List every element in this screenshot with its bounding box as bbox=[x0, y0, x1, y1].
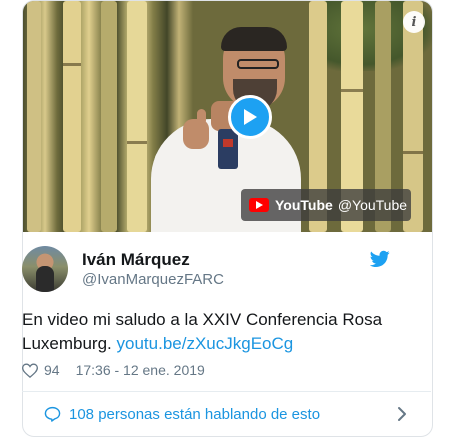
youtube-source-handle: @YouTube bbox=[337, 197, 408, 213]
bamboo-node bbox=[127, 141, 147, 144]
play-button[interactable] bbox=[228, 95, 272, 139]
bamboo-stalk bbox=[127, 1, 147, 232]
bamboo-stalk bbox=[101, 1, 117, 232]
info-icon: i bbox=[411, 14, 417, 30]
tweet-timestamp[interactable]: 17:36 - 12 ene. 2019 bbox=[76, 362, 205, 378]
bamboo-node bbox=[63, 63, 81, 66]
chevron-right-icon bbox=[398, 407, 406, 421]
shirt-collar-detail bbox=[218, 129, 238, 169]
bamboo-stalk bbox=[27, 1, 41, 232]
person-hair bbox=[221, 27, 287, 51]
person-glasses bbox=[237, 59, 279, 69]
bamboo-node bbox=[341, 89, 363, 92]
youtube-source-name: YouTube bbox=[275, 197, 333, 213]
tweet-text: En video mi saludo a la XXIV Conferencia… bbox=[22, 308, 392, 356]
video-thumbnail[interactable]: i YouTube @YouTube bbox=[23, 1, 432, 232]
avatar[interactable] bbox=[22, 246, 68, 292]
like-count[interactable]: 94 bbox=[44, 362, 60, 378]
tweet-link[interactable]: youtu.be/zXucJkgEoCg bbox=[117, 334, 294, 353]
bamboo-node bbox=[403, 151, 423, 154]
info-button[interactable]: i bbox=[403, 11, 425, 33]
bamboo-stalk bbox=[63, 1, 81, 232]
thumbs-up bbox=[197, 109, 206, 125]
avatar-figure bbox=[36, 266, 54, 292]
tweet-meta: 94 17:36 - 12 ene. 2019 bbox=[22, 360, 205, 380]
heart-icon[interactable] bbox=[22, 362, 38, 378]
shirt-collar-accent bbox=[223, 139, 233, 147]
youtube-logo-icon bbox=[249, 198, 269, 212]
author-name[interactable]: Iván Márquez bbox=[82, 250, 190, 270]
youtube-attribution[interactable]: YouTube @YouTube bbox=[241, 189, 411, 221]
conversation-link[interactable]: 108 personas están hablando de esto bbox=[22, 392, 431, 436]
twitter-bird-icon[interactable] bbox=[370, 250, 390, 268]
speech-bubble-icon bbox=[44, 406, 61, 422]
conversation-count-text: 108 personas están hablando de esto bbox=[69, 405, 321, 423]
person-hand bbox=[183, 119, 209, 149]
play-icon bbox=[244, 109, 257, 125]
author-handle[interactable]: @IvanMarquezFARC bbox=[82, 271, 224, 288]
